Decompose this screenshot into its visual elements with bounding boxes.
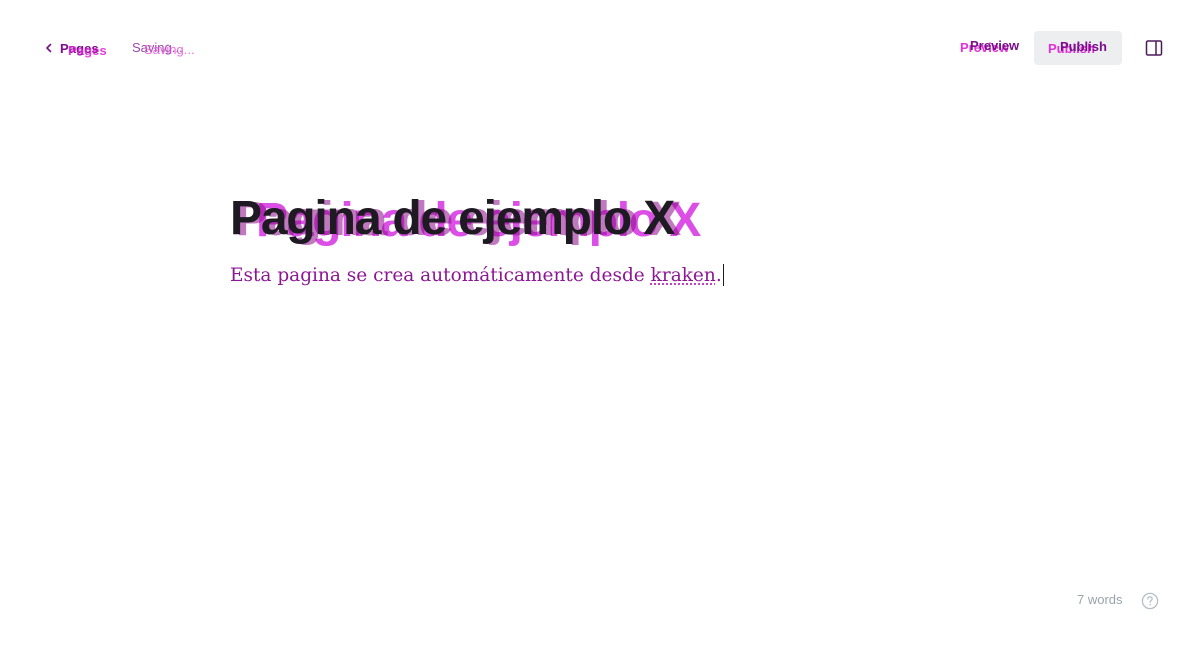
publish-label: Publish <box>1060 39 1107 54</box>
back-label-ghost: Pages <box>68 42 107 58</box>
post-body[interactable]: Esta pagina se crea automáticamente desd… <box>230 262 970 290</box>
save-status-ghost: Saving... <box>144 42 195 57</box>
publish-button[interactable]: Publish Publish <box>1034 31 1122 65</box>
text-caret <box>722 264 724 286</box>
preview-button[interactable]: Preview Preview <box>960 38 1019 55</box>
back-label: Pages Pages <box>60 41 107 58</box>
post-body-end: . <box>715 265 722 286</box>
back-to-pages-link[interactable]: Pages Pages <box>44 38 107 58</box>
help-icon[interactable] <box>1141 592 1159 610</box>
save-status: Saving... Saving... <box>132 40 195 57</box>
sidebar-toggle-icon[interactable] <box>1145 39 1163 57</box>
post-title[interactable]: Pagina de ejemplo X Pagina de ejemplo X … <box>230 186 970 252</box>
editor-header: Pages Pages Saving... Saving... Preview … <box>0 0 1200 96</box>
word-count: 7 words <box>1077 592 1123 607</box>
spellcheck-word[interactable]: kraken <box>651 265 716 286</box>
post-body-text: Esta pagina se crea automáticamente desd… <box>230 265 651 286</box>
post-title-text: Pagina de ejemplo X <box>230 192 675 245</box>
post-editor[interactable]: Pagina de ejemplo X Pagina de ejemplo X … <box>230 186 970 290</box>
preview-label: Preview <box>970 38 1020 53</box>
chevron-left-icon <box>44 43 54 53</box>
